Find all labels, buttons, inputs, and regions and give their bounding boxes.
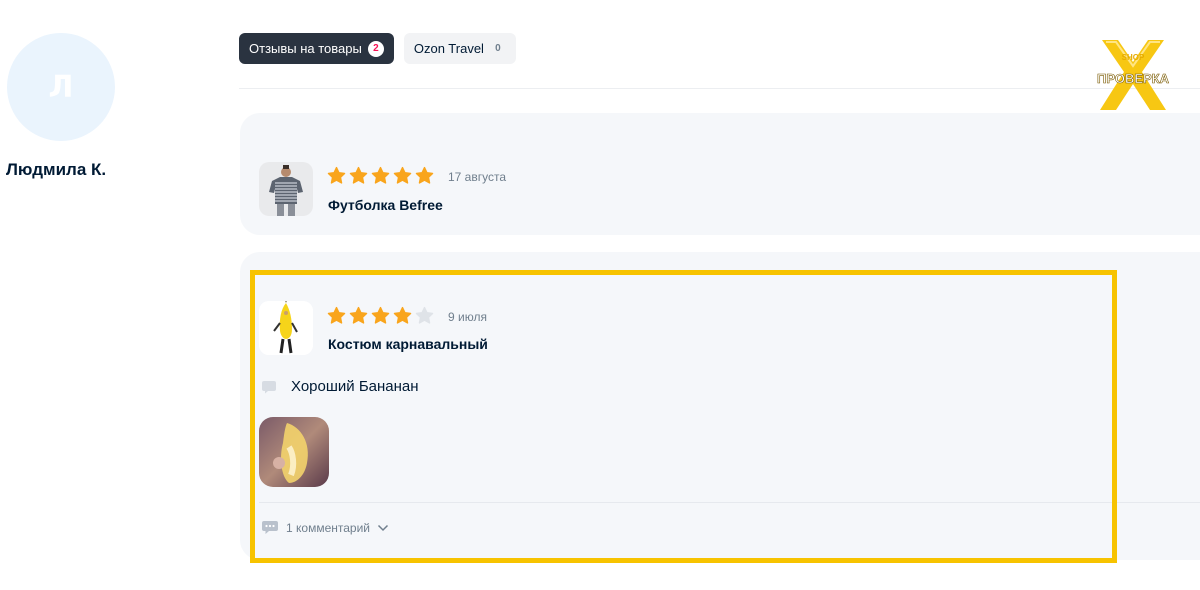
review-photo[interactable]: [259, 417, 329, 487]
tshirt-product-image: [259, 162, 313, 216]
tab-label: Ozon Travel: [413, 41, 484, 56]
tab-count-badge: 2: [367, 40, 384, 57]
tab-product-reviews[interactable]: Отзывы на товары 2: [239, 33, 394, 64]
card-divider: [259, 502, 1200, 503]
rating-stars: [327, 306, 434, 325]
comments-toggle-button[interactable]: 1 комментарий: [261, 520, 389, 535]
shop-proverka-logo: SHOP ПРОВЕРКА: [1088, 34, 1178, 116]
review-comment-text: Хороший Бананан: [291, 378, 419, 395]
star-filled-icon: [327, 166, 346, 184]
tab-count-badge: 0: [495, 43, 501, 54]
star-filled-icon: [415, 166, 434, 184]
review-comment: Хороший Бананан: [261, 378, 419, 395]
review-card: 17 августа Футболка Befree: [240, 113, 1200, 235]
rating-stars: [327, 166, 434, 185]
review-card: 9 июля Костюм карнавальный Хороший Банан…: [240, 252, 1200, 560]
tab-ozon-travel[interactable]: Ozon Travel 0: [403, 33, 516, 64]
tab-label: Отзывы на товары: [249, 41, 362, 56]
user-avatar: Л: [7, 33, 115, 141]
star-filled-icon: [349, 166, 368, 184]
star-empty-icon: [415, 306, 434, 324]
watermark-logo-image: SHOP ПРОВЕРКА: [1097, 40, 1170, 110]
star-filled-icon: [393, 166, 412, 184]
star-filled-icon: [371, 306, 390, 324]
review-date: 17 августа: [448, 170, 507, 184]
star-filled-icon: [349, 306, 368, 324]
comments-icon: [262, 521, 278, 534]
review-tabs: Отзывы на товары 2 Ozon Travel 0: [239, 33, 516, 64]
comments-count-label: 1 комментарий: [286, 520, 370, 535]
star-filled-icon: [371, 166, 390, 184]
avatar-letter: Л: [48, 69, 74, 105]
speech-bubble-icon: [262, 380, 276, 393]
star-filled-icon: [327, 306, 346, 324]
banana-costume-product-image: [259, 301, 313, 355]
product-title-link[interactable]: Футболка Befree: [328, 197, 443, 213]
review-photo-image: [259, 417, 329, 487]
product-title-link[interactable]: Костюм карнавальный: [328, 336, 488, 352]
review-date: 9 июля: [448, 310, 487, 324]
product-thumbnail-tshirt[interactable]: [259, 162, 313, 216]
user-name: Людмила К.: [6, 160, 107, 179]
watermark-proverka-text: ПРОВЕРКА: [1097, 71, 1170, 86]
star-filled-icon: [393, 306, 412, 324]
watermark-shop-text: SHOP: [1122, 53, 1145, 62]
product-thumbnail-costume[interactable]: [259, 301, 313, 355]
tabs-divider: [239, 88, 1200, 89]
chevron-down-icon: [377, 524, 389, 531]
